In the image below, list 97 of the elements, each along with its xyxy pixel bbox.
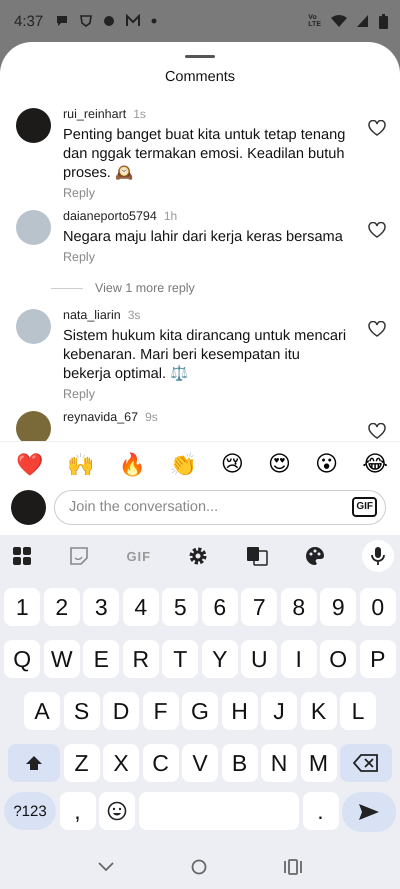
comment-text: Sistem hukum kita dirancang untuk mencari kebenaran. Mari beri kesempatan itu bekerja optimal. ⚖	[63, 327, 348, 384]
username[interactable]: daianeporto5794	[63, 209, 157, 223]
comment-time: 1s	[133, 107, 146, 121]
mail-icon	[125, 14, 142, 28]
keyboard-key[interactable]: 2	[44, 588, 80, 626]
dot-icon	[151, 18, 158, 24]
keyboard-key[interactable]: C	[142, 744, 178, 782]
username[interactable]: reynavida_67	[63, 410, 138, 424]
heart-icon	[368, 321, 386, 337]
keyboard-key[interactable]: T	[162, 640, 198, 678]
keyboard-key[interactable]: H	[222, 692, 258, 730]
view-replies-link[interactable]: View 1 more reply	[95, 281, 195, 295]
comment-time: 3s	[128, 308, 140, 322]
chat-bubble-icon	[55, 14, 70, 28]
keyboard-key[interactable]: X	[103, 744, 139, 782]
gif-button[interactable]: GIF	[352, 497, 377, 517]
keyboard-key[interactable]: N	[261, 744, 297, 782]
keyboard-key[interactable]: F	[142, 692, 178, 730]
like-button[interactable]	[368, 423, 386, 439]
keyboard-key[interactable]: R	[122, 640, 159, 678]
heart-icon	[368, 120, 386, 136]
recents-icon[interactable]	[284, 859, 302, 875]
reaction-emoji[interactable]: ❤	[16, 452, 43, 478]
keyboard-key[interactable]: 9	[320, 588, 356, 626]
keyboard-key[interactable]: W	[44, 640, 80, 678]
microphone-button[interactable]	[362, 540, 394, 572]
grid-icon[interactable]	[12, 546, 32, 566]
keyboard-key[interactable]: P	[360, 640, 396, 678]
username[interactable]: rui_reinhart	[63, 107, 126, 121]
comment-time: 1h	[164, 209, 178, 223]
symbols-key[interactable]: ?123	[4, 792, 56, 830]
keyboard-key[interactable]: K	[300, 692, 336, 730]
keyboard-key[interactable]: D	[103, 692, 139, 730]
keyboard-key[interactable]: A	[24, 692, 60, 730]
shift-icon	[25, 755, 43, 771]
palette-icon[interactable]	[304, 546, 325, 566]
keyboard-key[interactable]: G	[182, 692, 218, 730]
avatar-photo	[11, 490, 46, 524]
keyboard-key[interactable]: I	[280, 640, 317, 678]
signal-icon	[357, 14, 369, 28]
keyboard-key[interactable]: 6	[202, 588, 238, 626]
keyboard-key[interactable]: Z	[64, 744, 100, 782]
keyboard-key[interactable]: L	[340, 692, 376, 730]
comment-text: Negara maju lahir dari kerja keras bersama	[63, 228, 344, 247]
heart-icon	[368, 222, 386, 238]
keyboard-key[interactable]: O	[320, 640, 356, 678]
sticker-icon[interactable]	[69, 546, 90, 566]
keyboard-key[interactable]: ,	[60, 792, 96, 830]
avatar-photo[interactable]	[16, 108, 51, 143]
status-time: 4:37	[14, 12, 44, 30]
keyboard-key[interactable]: J	[261, 692, 297, 730]
reaction-emoji[interactable]: 😍	[268, 452, 291, 477]
keyboard-key[interactable]: .	[302, 792, 338, 830]
reaction-emoji[interactable]: 😢	[220, 452, 244, 477]
settings-icon[interactable]	[188, 546, 208, 566]
keyboard-key[interactable]: 5	[162, 588, 198, 626]
enter-key[interactable]	[342, 792, 396, 832]
keyboard-key[interactable]: Y	[202, 640, 238, 678]
like-button[interactable]	[368, 222, 386, 238]
keyboard-key[interactable]: 8	[280, 588, 317, 626]
keyboard-key[interactable]: 4	[122, 588, 159, 626]
keyboard-key[interactable]: 0	[360, 588, 396, 626]
battery-icon	[379, 14, 388, 28]
keyboard-key[interactable]: U	[241, 640, 278, 678]
backspace-key[interactable]	[340, 744, 392, 782]
microphone-icon	[370, 546, 385, 566]
reply-link[interactable]: Reply	[63, 387, 95, 401]
reaction-emoji[interactable]: 😮	[315, 452, 338, 477]
send-icon	[358, 803, 380, 821]
like-button[interactable]	[368, 120, 386, 136]
keyboard-key[interactable]: 7	[241, 588, 278, 626]
sheet-title: Comments	[164, 69, 236, 85]
shift-key[interactable]	[8, 744, 60, 782]
reaction-emoji[interactable]: 😂	[362, 452, 388, 477]
emoji-key[interactable]	[99, 792, 135, 830]
emoji-icon	[107, 801, 127, 821]
comment-input-field[interactable]: Join the conversation... GIF	[54, 490, 386, 524]
circle-icon[interactable]	[190, 859, 207, 875]
reply-link[interactable]: Reply	[63, 250, 95, 264]
comment-text: Penting banget buat kita untuk tetap tenang dan nggak termakan emosi. Keadilan butuh proses. 🕰	[63, 126, 346, 183]
keyboard-key[interactable]: Q	[4, 640, 40, 678]
comment-time: 9s	[145, 410, 158, 424]
keyboard-key[interactable]: B	[222, 744, 258, 782]
like-button[interactable]	[368, 321, 386, 337]
backspace-icon	[353, 754, 379, 772]
keyboard-key[interactable]: E	[83, 640, 120, 678]
keyboard-key[interactable]: 3	[83, 588, 120, 626]
wifi-icon	[331, 14, 347, 28]
keyboard-key[interactable]: V	[182, 744, 218, 782]
reply-link[interactable]: Reply	[63, 186, 95, 200]
keyboard-key[interactable]: S	[64, 692, 100, 730]
username[interactable]: nata_liarin	[63, 308, 121, 322]
shield-icon	[79, 14, 94, 28]
chevron-down-icon[interactable]	[98, 862, 114, 872]
keyboard-key[interactable]: M	[300, 744, 336, 782]
heart-icon	[368, 423, 386, 439]
keyboard-key[interactable]: 1	[4, 588, 40, 626]
